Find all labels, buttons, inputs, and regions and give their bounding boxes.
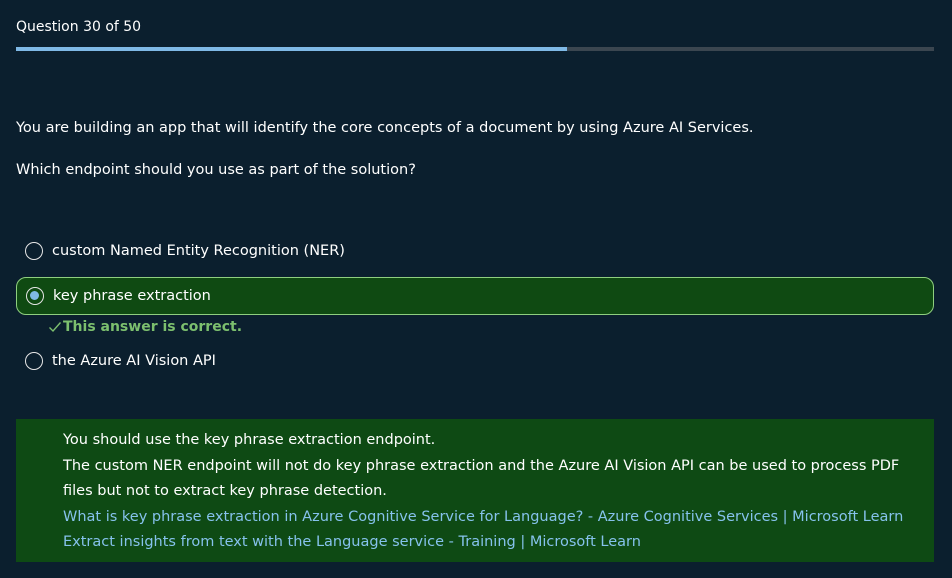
radio-button-selected[interactable] bbox=[26, 287, 44, 305]
quiz-page: Question 30 of 50 You are building an ap… bbox=[0, 0, 952, 578]
radio-button[interactable] bbox=[25, 242, 43, 260]
reference-link-key-phrase[interactable]: What is key phrase extraction in Azure C… bbox=[63, 505, 934, 531]
explanation-line: files but not to extract key phrase dete… bbox=[63, 483, 387, 499]
explanation-line: You should use the key phrase extraction… bbox=[63, 432, 436, 448]
answer-option-key-phrase[interactable]: key phrase extraction bbox=[16, 277, 934, 315]
explanation-panel: You should use the key phrase extraction… bbox=[16, 419, 934, 562]
explanation-line: The custom NER endpoint will not do key … bbox=[63, 457, 900, 474]
answer-option-ner[interactable]: custom Named Entity Recognition (NER) bbox=[16, 233, 934, 269]
answer-option-label: key phrase extraction bbox=[53, 288, 211, 304]
question-prompt: Which endpoint should you use as part of… bbox=[16, 162, 416, 178]
reference-link-training[interactable]: Extract insights from text with the Lang… bbox=[63, 530, 934, 556]
answer-option-label: custom Named Entity Recognition (NER) bbox=[52, 243, 345, 259]
radio-button[interactable] bbox=[25, 352, 43, 370]
checkmark-icon bbox=[49, 322, 62, 333]
progress-bar bbox=[16, 47, 934, 51]
answer-option-vision-api[interactable]: the Azure AI Vision API bbox=[16, 343, 934, 379]
question-text: You are building an app that will identi… bbox=[16, 120, 754, 136]
feedback-text: This answer is correct. bbox=[63, 319, 243, 335]
progress-bar-fill bbox=[16, 47, 567, 51]
answer-option-label: the Azure AI Vision API bbox=[52, 353, 216, 369]
progress-label: Question 30 of 50 bbox=[16, 19, 142, 35]
correct-feedback: This answer is correct. bbox=[48, 319, 242, 335]
